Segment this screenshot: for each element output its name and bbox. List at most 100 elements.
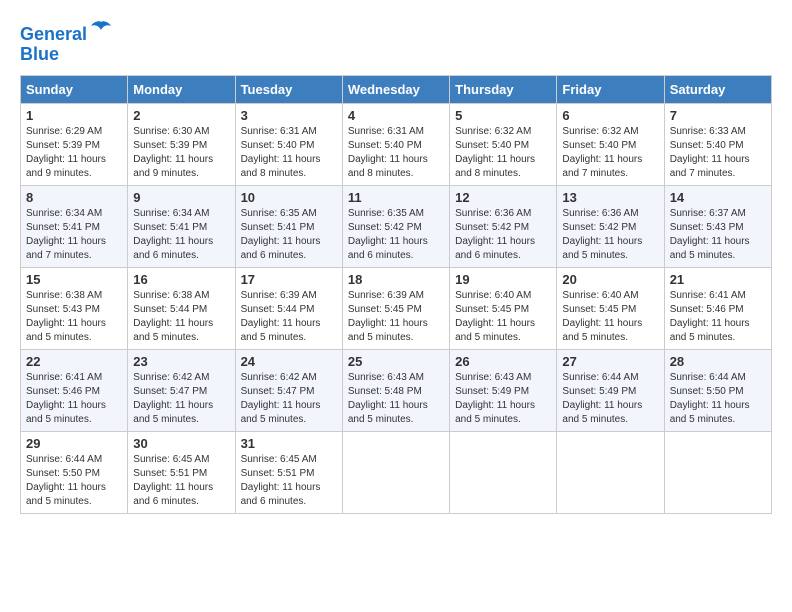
- day-number: 29: [26, 436, 122, 451]
- weekday-header-sunday: Sunday: [21, 75, 128, 103]
- calendar-cell: 24 Sunrise: 6:42 AMSunset: 5:47 PMDaylig…: [235, 349, 342, 431]
- day-number: 6: [562, 108, 658, 123]
- day-info: Sunrise: 6:45 AMSunset: 5:51 PMDaylight:…: [241, 453, 337, 509]
- day-info: Sunrise: 6:41 AMSunset: 5:46 PMDaylight:…: [670, 289, 766, 345]
- day-info: Sunrise: 6:40 AMSunset: 5:45 PMDaylight:…: [562, 289, 658, 345]
- day-number: 28: [670, 354, 766, 369]
- calendar-week-2: 8 Sunrise: 6:34 AMSunset: 5:41 PMDayligh…: [21, 185, 772, 267]
- calendar-cell: 2 Sunrise: 6:30 AMSunset: 5:39 PMDayligh…: [128, 103, 235, 185]
- day-info: Sunrise: 6:31 AMSunset: 5:40 PMDaylight:…: [241, 125, 337, 181]
- day-info: Sunrise: 6:37 AMSunset: 5:43 PMDaylight:…: [670, 207, 766, 263]
- day-info: Sunrise: 6:35 AMSunset: 5:42 PMDaylight:…: [348, 207, 444, 263]
- weekday-header-row: SundayMondayTuesdayWednesdayThursdayFrid…: [21, 75, 772, 103]
- calendar-cell: 20 Sunrise: 6:40 AMSunset: 5:45 PMDaylig…: [557, 267, 664, 349]
- day-info: Sunrise: 6:31 AMSunset: 5:40 PMDaylight:…: [348, 125, 444, 181]
- calendar-cell: 8 Sunrise: 6:34 AMSunset: 5:41 PMDayligh…: [21, 185, 128, 267]
- calendar-cell: 3 Sunrise: 6:31 AMSunset: 5:40 PMDayligh…: [235, 103, 342, 185]
- calendar-cell: 14 Sunrise: 6:37 AMSunset: 5:43 PMDaylig…: [664, 185, 771, 267]
- calendar-cell: 29 Sunrise: 6:44 AMSunset: 5:50 PMDaylig…: [21, 431, 128, 513]
- day-info: Sunrise: 6:41 AMSunset: 5:46 PMDaylight:…: [26, 371, 122, 427]
- calendar-cell: 28 Sunrise: 6:44 AMSunset: 5:50 PMDaylig…: [664, 349, 771, 431]
- day-info: Sunrise: 6:35 AMSunset: 5:41 PMDaylight:…: [241, 207, 337, 263]
- day-info: Sunrise: 6:42 AMSunset: 5:47 PMDaylight:…: [241, 371, 337, 427]
- day-number: 10: [241, 190, 337, 205]
- day-info: Sunrise: 6:45 AMSunset: 5:51 PMDaylight:…: [133, 453, 229, 509]
- day-number: 24: [241, 354, 337, 369]
- day-number: 4: [348, 108, 444, 123]
- calendar-cell: [664, 431, 771, 513]
- day-info: Sunrise: 6:36 AMSunset: 5:42 PMDaylight:…: [455, 207, 551, 263]
- day-number: 8: [26, 190, 122, 205]
- day-info: Sunrise: 6:38 AMSunset: 5:43 PMDaylight:…: [26, 289, 122, 345]
- day-info: Sunrise: 6:32 AMSunset: 5:40 PMDaylight:…: [455, 125, 551, 181]
- day-number: 11: [348, 190, 444, 205]
- calendar-cell: [557, 431, 664, 513]
- calendar-cell: 23 Sunrise: 6:42 AMSunset: 5:47 PMDaylig…: [128, 349, 235, 431]
- day-number: 9: [133, 190, 229, 205]
- day-info: Sunrise: 6:43 AMSunset: 5:49 PMDaylight:…: [455, 371, 551, 427]
- calendar-cell: 19 Sunrise: 6:40 AMSunset: 5:45 PMDaylig…: [450, 267, 557, 349]
- calendar-cell: 26 Sunrise: 6:43 AMSunset: 5:49 PMDaylig…: [450, 349, 557, 431]
- day-info: Sunrise: 6:34 AMSunset: 5:41 PMDaylight:…: [26, 207, 122, 263]
- logo: General Blue: [20, 20, 113, 65]
- day-number: 13: [562, 190, 658, 205]
- calendar-cell: 4 Sunrise: 6:31 AMSunset: 5:40 PMDayligh…: [342, 103, 449, 185]
- calendar-cell: 13 Sunrise: 6:36 AMSunset: 5:42 PMDaylig…: [557, 185, 664, 267]
- day-number: 12: [455, 190, 551, 205]
- calendar-cell: [342, 431, 449, 513]
- calendar-cell: 22 Sunrise: 6:41 AMSunset: 5:46 PMDaylig…: [21, 349, 128, 431]
- weekday-header-monday: Monday: [128, 75, 235, 103]
- day-number: 18: [348, 272, 444, 287]
- day-number: 7: [670, 108, 766, 123]
- calendar-cell: 12 Sunrise: 6:36 AMSunset: 5:42 PMDaylig…: [450, 185, 557, 267]
- calendar-cell: 18 Sunrise: 6:39 AMSunset: 5:45 PMDaylig…: [342, 267, 449, 349]
- day-info: Sunrise: 6:32 AMSunset: 5:40 PMDaylight:…: [562, 125, 658, 181]
- day-number: 23: [133, 354, 229, 369]
- day-number: 1: [26, 108, 122, 123]
- calendar-cell: 16 Sunrise: 6:38 AMSunset: 5:44 PMDaylig…: [128, 267, 235, 349]
- weekday-header-friday: Friday: [557, 75, 664, 103]
- day-info: Sunrise: 6:44 AMSunset: 5:50 PMDaylight:…: [26, 453, 122, 509]
- logo-text: General Blue: [20, 20, 113, 65]
- calendar-table: SundayMondayTuesdayWednesdayThursdayFrid…: [20, 75, 772, 514]
- day-info: Sunrise: 6:39 AMSunset: 5:45 PMDaylight:…: [348, 289, 444, 345]
- day-number: 16: [133, 272, 229, 287]
- weekday-header-tuesday: Tuesday: [235, 75, 342, 103]
- day-number: 17: [241, 272, 337, 287]
- calendar-week-3: 15 Sunrise: 6:38 AMSunset: 5:43 PMDaylig…: [21, 267, 772, 349]
- day-number: 21: [670, 272, 766, 287]
- calendar-cell: 17 Sunrise: 6:39 AMSunset: 5:44 PMDaylig…: [235, 267, 342, 349]
- logo-bird-icon: [89, 20, 113, 40]
- calendar-week-5: 29 Sunrise: 6:44 AMSunset: 5:50 PMDaylig…: [21, 431, 772, 513]
- calendar-cell: 30 Sunrise: 6:45 AMSunset: 5:51 PMDaylig…: [128, 431, 235, 513]
- calendar-cell: 31 Sunrise: 6:45 AMSunset: 5:51 PMDaylig…: [235, 431, 342, 513]
- day-info: Sunrise: 6:33 AMSunset: 5:40 PMDaylight:…: [670, 125, 766, 181]
- calendar-cell: 27 Sunrise: 6:44 AMSunset: 5:49 PMDaylig…: [557, 349, 664, 431]
- calendar-cell: 21 Sunrise: 6:41 AMSunset: 5:46 PMDaylig…: [664, 267, 771, 349]
- day-number: 19: [455, 272, 551, 287]
- day-info: Sunrise: 6:42 AMSunset: 5:47 PMDaylight:…: [133, 371, 229, 427]
- day-info: Sunrise: 6:43 AMSunset: 5:48 PMDaylight:…: [348, 371, 444, 427]
- calendar-cell: 10 Sunrise: 6:35 AMSunset: 5:41 PMDaylig…: [235, 185, 342, 267]
- day-number: 14: [670, 190, 766, 205]
- day-number: 30: [133, 436, 229, 451]
- day-info: Sunrise: 6:30 AMSunset: 5:39 PMDaylight:…: [133, 125, 229, 181]
- day-info: Sunrise: 6:40 AMSunset: 5:45 PMDaylight:…: [455, 289, 551, 345]
- day-info: Sunrise: 6:29 AMSunset: 5:39 PMDaylight:…: [26, 125, 122, 181]
- calendar-cell: 5 Sunrise: 6:32 AMSunset: 5:40 PMDayligh…: [450, 103, 557, 185]
- day-number: 20: [562, 272, 658, 287]
- day-number: 2: [133, 108, 229, 123]
- day-number: 31: [241, 436, 337, 451]
- day-info: Sunrise: 6:36 AMSunset: 5:42 PMDaylight:…: [562, 207, 658, 263]
- calendar-cell: [450, 431, 557, 513]
- day-info: Sunrise: 6:38 AMSunset: 5:44 PMDaylight:…: [133, 289, 229, 345]
- day-number: 26: [455, 354, 551, 369]
- day-number: 27: [562, 354, 658, 369]
- calendar-cell: 15 Sunrise: 6:38 AMSunset: 5:43 PMDaylig…: [21, 267, 128, 349]
- day-number: 25: [348, 354, 444, 369]
- calendar-cell: 7 Sunrise: 6:33 AMSunset: 5:40 PMDayligh…: [664, 103, 771, 185]
- day-number: 15: [26, 272, 122, 287]
- header: General Blue: [20, 20, 772, 65]
- day-number: 3: [241, 108, 337, 123]
- day-number: 5: [455, 108, 551, 123]
